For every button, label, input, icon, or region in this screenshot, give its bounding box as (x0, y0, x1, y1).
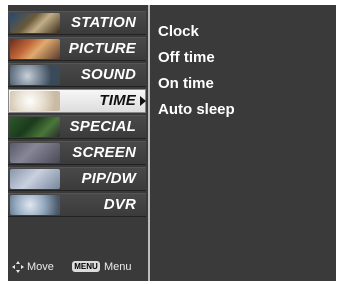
submenu-item-clock[interactable]: Clock (158, 19, 328, 45)
submenu-item-on-time[interactable]: On time (158, 71, 328, 97)
menu-item-label: SOUND (80, 66, 136, 83)
main-menu: STATION PICTURE SOUND TIME SPECIAL SCREE… (8, 11, 146, 219)
time-thumbnail-icon (10, 91, 60, 111)
menu-divider (148, 5, 150, 281)
menu-item-dvr[interactable]: DVR (8, 193, 146, 217)
submenu-item-off-time[interactable]: Off time (158, 45, 328, 71)
menu-item-label: STATION (70, 14, 136, 31)
menu-item-label: DVR (103, 196, 136, 213)
menu-item-station[interactable]: STATION (8, 11, 146, 35)
menu-item-label: TIME (99, 92, 136, 109)
submenu-item-auto-sleep[interactable]: Auto sleep (158, 97, 328, 123)
menu-item-picture[interactable]: PICTURE (8, 37, 146, 61)
sound-thumbnail-icon (10, 65, 60, 85)
move-hint-label: Move (27, 261, 54, 273)
station-thumbnail-icon (10, 13, 60, 33)
navigation-hint-bar: Move MENU Menu (12, 259, 144, 275)
pip-dw-thumbnail-icon (10, 169, 60, 189)
menu-item-sound[interactable]: SOUND (8, 63, 146, 87)
menu-item-pip-dw[interactable]: PIP/DW (8, 167, 146, 191)
time-submenu: Clock Off time On time Auto sleep (158, 19, 328, 123)
dvr-thumbnail-icon (10, 195, 60, 215)
menu-item-label: SPECIAL (69, 118, 136, 135)
menu-item-label: SCREEN (72, 144, 136, 161)
menu-item-label: PIP/DW (81, 170, 136, 187)
picture-thumbnail-icon (10, 39, 60, 59)
screen-thumbnail-icon (10, 143, 60, 163)
menu-item-special[interactable]: SPECIAL (8, 115, 146, 139)
menu-item-time[interactable]: TIME (8, 89, 146, 113)
submenu-arrow-icon (140, 96, 146, 106)
menu-key-icon: MENU (72, 261, 100, 272)
screen-frame: STATION PICTURE SOUND TIME SPECIAL SCREE… (0, 0, 346, 284)
osd-menu-panel: STATION PICTURE SOUND TIME SPECIAL SCREE… (8, 5, 336, 281)
move-arrows-icon (12, 261, 24, 273)
menu-hint-label: Menu (104, 261, 132, 273)
menu-item-screen[interactable]: SCREEN (8, 141, 146, 165)
special-thumbnail-icon (10, 117, 60, 137)
menu-item-label: PICTURE (68, 40, 136, 57)
